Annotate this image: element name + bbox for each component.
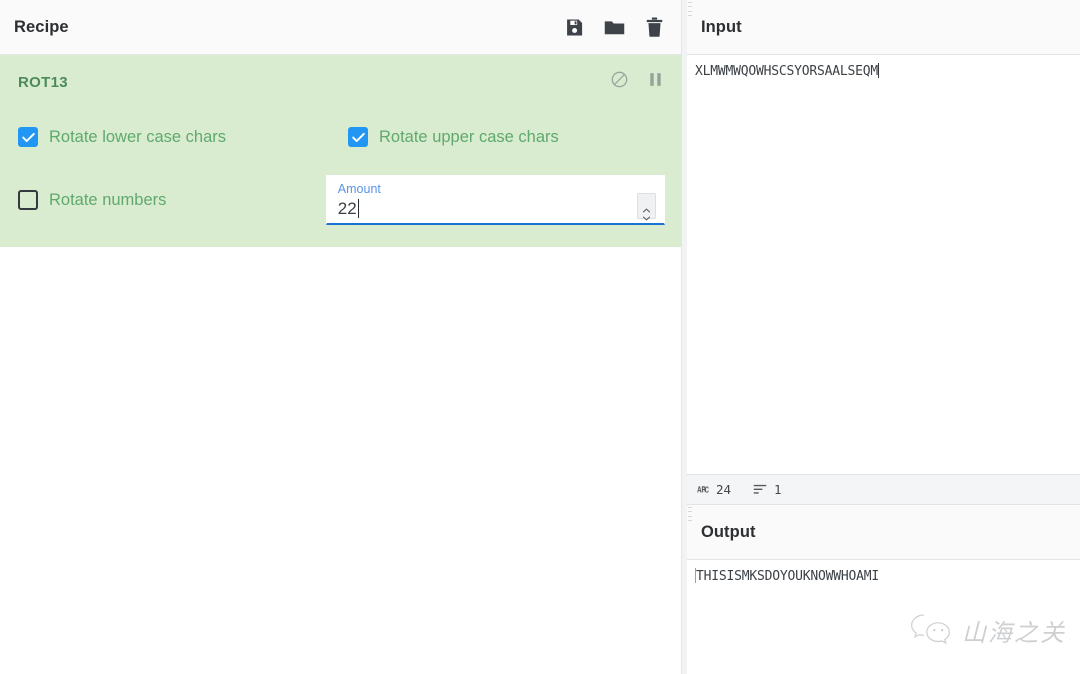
chevron-up-icon[interactable]: [642, 200, 651, 213]
arg-row-numbers-amount: Rotate numbers Amount 22: [18, 175, 665, 225]
recipe-header: Recipe: [0, 0, 681, 55]
input-lines-stat: 1: [753, 482, 782, 497]
disable-operation-button[interactable]: [609, 71, 629, 93]
arg-amount-label: Amount: [337, 182, 381, 196]
clear-recipe-button[interactable]: [643, 16, 665, 38]
checkbox-checked-icon: [18, 127, 38, 147]
output-pane: Output THISISMKSDOYOUKNOWWHOAMI: [686, 505, 1080, 674]
input-length-stat: 24: [696, 482, 731, 497]
output-header: Output: [686, 505, 1080, 560]
recipe-toolbar: [563, 16, 665, 38]
input-title: Input: [700, 17, 742, 36]
text-caret: [357, 199, 359, 218]
arg-amount-field[interactable]: Amount 22: [325, 175, 665, 225]
arg-rotate-upper-case-label: Rotate upper case chars: [379, 127, 559, 146]
folder-icon: [604, 18, 625, 37]
input-lines-value: 1: [774, 482, 782, 497]
input-text: XLMWMWQOWHSCSYORSAALSEQM: [694, 64, 878, 79]
input-length-value: 24: [715, 482, 731, 497]
arg-rotate-numbers[interactable]: Rotate numbers: [18, 190, 326, 210]
operation-title-row: ROT13: [0, 55, 681, 109]
breakpoint-button[interactable]: [645, 72, 665, 92]
checkbox-unchecked-icon: [18, 190, 38, 210]
text-caret: [877, 63, 879, 78]
save-recipe-button[interactable]: [563, 16, 585, 38]
arg-amount-value: 22: [337, 199, 357, 218]
lines-icon: [753, 484, 767, 495]
input-status-grip[interactable]: [687, 2, 692, 16]
operation-name: ROT13: [18, 73, 68, 91]
abc-icon: [696, 485, 709, 494]
circle-slash-icon: [611, 71, 628, 93]
arg-rotate-lower-case[interactable]: Rotate lower case chars: [18, 127, 348, 147]
arg-rotate-numbers-label: Rotate numbers: [49, 190, 167, 209]
checkbox-checked-icon: [348, 127, 368, 147]
operation-controls: [609, 71, 665, 93]
output-text: THISISMKSDOYOUKNOWWHOAMI: [695, 569, 879, 584]
chevron-down-icon[interactable]: [642, 208, 651, 221]
input-pane: Input XLMWMWQOWHSCSYORSAALSEQM 24 1: [686, 0, 1080, 505]
recipe-pane: Recipe ROT13 Rotate lower case chars Rot…: [0, 0, 682, 674]
operation-list: ROT13 Rotate lower case chars Rotate upp…: [0, 55, 681, 674]
io-column: Input XLMWMWQOWHSCSYORSAALSEQM 24 1 Outp…: [686, 0, 1080, 674]
arg-row-checkboxes: Rotate lower case chars Rotate upper cas…: [18, 115, 665, 159]
cyberchef-app: Recipe ROT13 Rotate lower case chars Rot…: [0, 0, 1080, 674]
operation-arguments: Rotate lower case chars Rotate upper cas…: [0, 109, 681, 247]
recipe-title: Recipe: [14, 17, 69, 36]
pause-icon: [649, 72, 662, 92]
output-splitter-grip[interactable]: [687, 507, 692, 521]
arg-rotate-lower-case-label: Rotate lower case chars: [49, 127, 226, 146]
input-status-bar: 24 1: [686, 2, 1080, 505]
save-icon: [565, 18, 584, 37]
amount-stepper[interactable]: [637, 193, 656, 221]
output-textarea[interactable]: THISISMKSDOYOUKNOWWHOAMI: [686, 560, 1080, 674]
input-textarea[interactable]: XLMWMWQOWHSCSYORSAALSEQM: [686, 55, 1080, 474]
arg-rotate-upper-case[interactable]: Rotate upper case chars: [348, 127, 559, 147]
load-recipe-button[interactable]: [603, 16, 625, 38]
input-header: Input: [686, 0, 1080, 55]
operation-rot13[interactable]: ROT13 Rotate lower case chars Rotate upp…: [0, 55, 681, 248]
trash-icon: [646, 17, 663, 37]
output-title: Output: [700, 522, 756, 541]
